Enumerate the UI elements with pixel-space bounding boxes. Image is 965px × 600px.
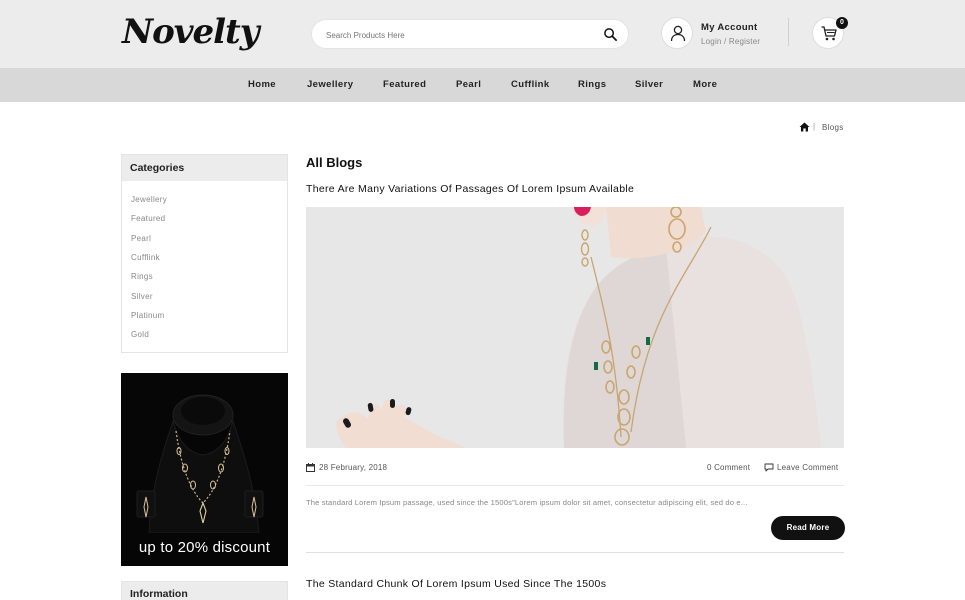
- nav-item-featured[interactable]: Featured: [383, 68, 426, 102]
- calendar-icon: [306, 463, 315, 472]
- promo-text: up to 20% discount: [138, 539, 271, 556]
- comment-icon[interactable]: [764, 463, 774, 472]
- account-button[interactable]: [661, 17, 693, 49]
- main-nav: Home Jewellery Featured Pearl Cufflink R…: [0, 68, 965, 102]
- category-item-silver[interactable]: Silver: [131, 292, 153, 301]
- header-divider: [788, 18, 789, 46]
- nav-item-pearl[interactable]: Pearl: [456, 68, 481, 102]
- cart-icon: [821, 26, 837, 41]
- cart-count-badge: 0: [836, 17, 848, 29]
- category-item-platinum[interactable]: Platinum: [131, 311, 165, 320]
- post-separator: [306, 552, 844, 553]
- nav-item-jewellery[interactable]: Jewellery: [307, 68, 353, 102]
- nav-item-home[interactable]: Home: [248, 68, 276, 102]
- nav-item-cufflink[interactable]: Cufflink: [511, 68, 550, 102]
- post-title[interactable]: There Are Many Variations Of Passages Of…: [306, 183, 634, 195]
- promo-banner[interactable]: up to 20% discount: [121, 373, 288, 566]
- search-input[interactable]: [326, 26, 596, 44]
- login-register-link[interactable]: Login / Register: [701, 37, 760, 46]
- categories-panel: Categories Jewellery Featured Pearl Cuff…: [121, 154, 288, 353]
- home-icon[interactable]: [799, 122, 810, 132]
- site-logo[interactable]: Novelty: [122, 12, 260, 52]
- post-image[interactable]: [306, 207, 844, 448]
- categories-header: Categories: [122, 155, 287, 181]
- comment-count[interactable]: 0 Comment: [707, 463, 750, 472]
- category-item-rings[interactable]: Rings: [131, 272, 153, 281]
- information-title: Information: [130, 588, 188, 600]
- information-header: Information: [121, 581, 288, 600]
- search-bar: [311, 19, 629, 49]
- read-more-button[interactable]: Read More: [771, 516, 845, 540]
- search-icon[interactable]: [603, 27, 618, 42]
- site-header: Novelty My Account Login / Register 0: [0, 0, 965, 68]
- account-title[interactable]: My Account: [701, 22, 757, 33]
- post-excerpt: The standard Lorem Ipsum passage, used s…: [306, 498, 748, 507]
- category-item-cufflink[interactable]: Cufflink: [131, 253, 160, 262]
- user-icon: [670, 25, 686, 42]
- nav-item-more[interactable]: More: [693, 68, 717, 102]
- category-item-pearl[interactable]: Pearl: [131, 234, 151, 243]
- nav-item-silver[interactable]: Silver: [635, 68, 663, 102]
- leave-comment-link[interactable]: Leave Comment: [777, 463, 838, 472]
- necklace-display-image: [136, 394, 264, 533]
- page-title: All Blogs: [306, 155, 363, 170]
- post-divider: [306, 485, 844, 486]
- categories-title: Categories: [130, 162, 185, 174]
- nav-item-rings[interactable]: Rings: [578, 68, 606, 102]
- post-title[interactable]: The Standard Chunk Of Lorem Ipsum Used S…: [306, 578, 606, 590]
- breadcrumb-separator: |: [813, 122, 816, 131]
- category-item-gold[interactable]: Gold: [131, 330, 149, 339]
- category-item-featured[interactable]: Featured: [131, 214, 165, 223]
- category-item-jewellery[interactable]: Jewellery: [131, 195, 167, 204]
- breadcrumb-current: Blogs: [822, 123, 844, 132]
- model-jewellery-photo: [306, 207, 844, 448]
- post-date: 28 February, 2018: [319, 463, 388, 472]
